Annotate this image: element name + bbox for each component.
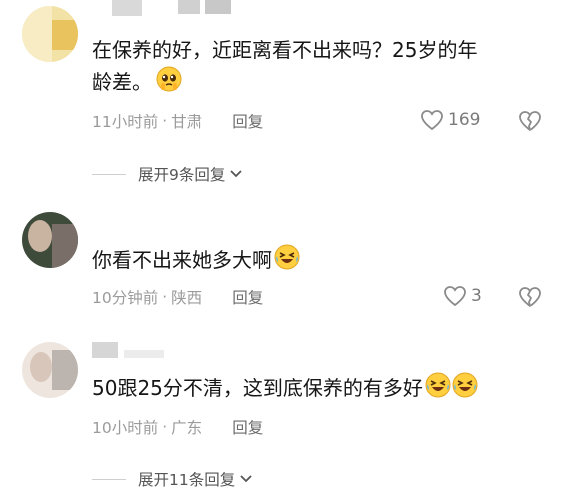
laugh-cry-emoji-icon: [274, 244, 300, 279]
chevron-down-icon: [230, 170, 243, 178]
expand-replies-button[interactable]: 展开11条回复: [92, 468, 253, 490]
reply-button[interactable]: 回复: [232, 286, 263, 308]
username-blurred: [205, 0, 231, 14]
dislike-button[interactable]: [518, 110, 542, 136]
username-blurred: [124, 350, 164, 358]
comment-time: 10分钟前: [92, 289, 159, 307]
comment-text: 在保养的好，近距离看不出来吗？25岁的年 龄差。: [92, 34, 477, 101]
broken-heart-icon: [519, 111, 541, 131]
pleading-emoji-icon: [156, 66, 182, 101]
comment-time: 10小时前: [92, 419, 159, 437]
expand-replies-button[interactable]: 展开9条回复: [92, 163, 243, 185]
meta-separator: ·: [162, 418, 168, 436]
laugh-cry-emoji-icon: [425, 372, 451, 407]
comment-meta: 10分钟前 · 陕西 回复: [92, 286, 263, 308]
chevron-down-icon: [240, 475, 252, 483]
avatar[interactable]: [22, 212, 78, 268]
comment-location: 陕西: [171, 289, 203, 307]
username-blurred: [112, 0, 142, 16]
reply-button[interactable]: 回复: [232, 416, 263, 438]
divider: [92, 478, 126, 480]
heart-outline-icon: [444, 286, 466, 307]
username-blurred: [92, 342, 118, 358]
like-count: 3: [471, 286, 482, 306]
heart-outline-icon: [421, 110, 443, 131]
comment-time: 11小时前: [92, 113, 159, 131]
comment-text: 50跟25分不清，这到底保养的有多好: [92, 372, 478, 407]
laugh-cry-emoji-icon: [452, 372, 478, 407]
divider: [92, 173, 126, 175]
comment-meta: 11小时前 · 甘肃 回复: [92, 110, 263, 132]
expand-replies-label: 展开11条回复: [138, 471, 236, 489]
avatar[interactable]: [22, 342, 78, 398]
like-button[interactable]: 3: [443, 285, 482, 307]
comment-meta: 10小时前 · 广东 回复: [92, 416, 263, 438]
meta-separator: ·: [162, 288, 168, 306]
comment-text-line: 龄差。: [92, 66, 477, 101]
comment-location: 广东: [171, 419, 203, 437]
reply-button[interactable]: 回复: [232, 110, 263, 132]
comment-text: 你看不出来她多大啊: [92, 244, 300, 279]
dislike-button[interactable]: [518, 286, 542, 312]
avatar[interactable]: [22, 6, 78, 62]
expand-replies-label: 展开9条回复: [138, 166, 226, 184]
comment-location: 甘肃: [171, 113, 203, 131]
comment-text-line: 龄差。: [92, 70, 152, 94]
like-button[interactable]: 169: [420, 109, 480, 131]
like-count: 169: [448, 110, 481, 130]
meta-separator: ·: [162, 112, 168, 130]
username-blurred: [178, 0, 200, 14]
comment-text-line: 你看不出来她多大啊: [92, 248, 272, 272]
comment-text-line: 在保养的好，近距离看不出来吗？25岁的年: [92, 38, 478, 62]
comment-text-line: 50跟25分不清，这到底保养的有多好: [92, 376, 423, 400]
broken-heart-icon: [519, 287, 541, 307]
